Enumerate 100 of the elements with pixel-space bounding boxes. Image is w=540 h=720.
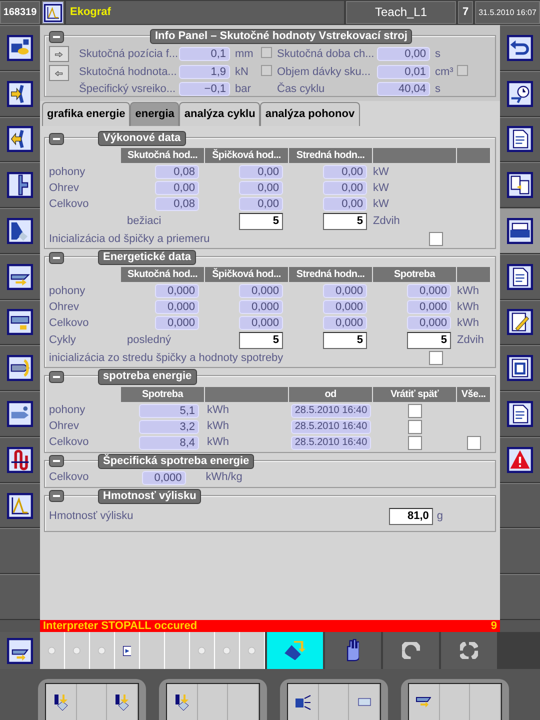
- row-label: Celkovo: [49, 316, 90, 330]
- sidebar-button[interactable]: [500, 300, 540, 346]
- sidebar-button[interactable]: [0, 208, 40, 254]
- sidebar-button[interactable]: [0, 345, 40, 392]
- sidebar-button[interactable]: [0, 162, 40, 208]
- checkbox[interactable]: [429, 232, 443, 246]
- column-header: Stredná hodn...: [289, 148, 373, 164]
- sidebar-button[interactable]: [500, 345, 540, 392]
- arrow-button[interactable]: [49, 46, 69, 62]
- disabled-icon: [248, 646, 256, 654]
- app-title: Ekograf: [70, 6, 111, 20]
- sidebar-button[interactable]: [0, 116, 40, 162]
- screw-icon: [7, 355, 33, 382]
- collapse-button[interactable]: [49, 30, 64, 43]
- date-display: 28.5.2010 16:40: [290, 404, 372, 418]
- unit-label: kW: [373, 166, 389, 178]
- section-title: Hmotnosť výlisku: [98, 488, 202, 504]
- collapse-button[interactable]: [49, 252, 64, 264]
- sidebar-button[interactable]: [0, 300, 40, 346]
- graph-icon: [7, 492, 33, 519]
- mode-button[interactable]: [267, 632, 323, 669]
- row-label: pohony: [49, 404, 86, 418]
- toolbar-button[interactable]: [0, 632, 40, 669]
- checkbox[interactable]: [408, 420, 422, 434]
- collapse-button[interactable]: [49, 490, 64, 502]
- column-header: Vrátiť späť: [373, 386, 457, 402]
- arrow-button[interactable]: [49, 65, 69, 82]
- mold-icon: [7, 218, 33, 244]
- tray-icon: [7, 638, 33, 664]
- input-field[interactable]: 81,0: [388, 508, 433, 525]
- compare-icon: [507, 172, 533, 198]
- mode-button[interactable]: [325, 632, 381, 669]
- reset-label: inicializácia zo stredu špičky a hodnoty spotreby: [49, 352, 284, 365]
- checkbox[interactable]: [467, 436, 481, 450]
- sidebar-button[interactable]: [0, 25, 40, 71]
- sidebar-button[interactable]: [0, 254, 40, 300]
- value-display: 0,000: [155, 316, 199, 330]
- row-label: Ohrev: [49, 300, 80, 314]
- value-display: 0,000: [407, 300, 451, 314]
- mode-button[interactable]: [383, 632, 439, 669]
- value-display: 0,00: [239, 165, 283, 180]
- field-label: Objem dávky sku...: [277, 66, 372, 79]
- input-field[interactable]: 5: [407, 332, 451, 350]
- sidebar-button[interactable]: [500, 162, 540, 208]
- input-field[interactable]: 5: [239, 213, 283, 230]
- user-name: Teach_L1: [346, 1, 456, 24]
- column-header: Skutočná hod...: [121, 148, 205, 164]
- value-display: 0,00: [323, 181, 367, 196]
- sidebar-button[interactable]: [0, 482, 40, 528]
- cycle-icon: [402, 642, 420, 660]
- unit-label: kWh: [457, 300, 479, 313]
- unit-label: Zdvih: [373, 215, 400, 228]
- gate-icon: [294, 694, 311, 710]
- status-message: Interpreter STOPALL occured: [43, 620, 198, 632]
- checkbox[interactable]: [261, 64, 272, 76]
- collapse-button[interactable]: [49, 132, 64, 145]
- date-display: 28.5.2010 16:40: [290, 420, 372, 434]
- checkbox[interactable]: [408, 404, 422, 418]
- value-display: 0,01: [377, 65, 430, 80]
- tab[interactable]: energia: [130, 102, 180, 126]
- input-field[interactable]: 5: [323, 213, 367, 230]
- sidebar-button[interactable]: [500, 436, 540, 483]
- input-field[interactable]: 5: [323, 332, 367, 350]
- sidebar-button[interactable]: [500, 208, 540, 254]
- unit-label: kWh: [207, 420, 229, 432]
- sidebar-button[interactable]: [500, 254, 540, 300]
- sidebar-button[interactable]: [500, 391, 540, 437]
- checkbox[interactable]: [429, 351, 443, 366]
- disabled-icon: [223, 646, 231, 654]
- value-display: 0,000: [239, 316, 283, 330]
- row-label: Ohrev: [49, 182, 80, 195]
- value-display: 0,000: [155, 284, 199, 298]
- message-count: 9: [490, 620, 497, 632]
- value-display: 0,000: [239, 300, 283, 314]
- column-header: Špičková hod...: [205, 148, 289, 164]
- collapse-button[interactable]: [49, 455, 64, 468]
- checkbox[interactable]: [261, 46, 272, 58]
- sidebar-button[interactable]: [0, 70, 40, 117]
- value-display: 0,000: [323, 284, 367, 298]
- access-level: 7: [458, 1, 473, 24]
- tab[interactable]: analýza pohonov: [260, 102, 360, 126]
- sidebar-button[interactable]: [0, 391, 40, 437]
- sidebar-button[interactable]: [0, 436, 40, 483]
- tab[interactable]: analýza cyklu: [179, 102, 260, 126]
- mode-button[interactable]: [441, 632, 497, 669]
- inject-icon: [174, 694, 189, 710]
- tab[interactable]: grafika energie: [42, 102, 130, 126]
- unit-label: kN: [234, 66, 250, 79]
- section-title: spotreba energie: [98, 369, 197, 385]
- sidebar-button[interactable]: [500, 25, 540, 71]
- value-display: 0,1: [179, 47, 230, 62]
- sidebar-button[interactable]: [500, 70, 540, 117]
- collapse-button[interactable]: [49, 370, 64, 383]
- panel-title: Info Panel – Skutočné hodnoty Vstrekovací stroj: [150, 29, 412, 44]
- checkbox[interactable]: [457, 64, 468, 76]
- value-display: 0,000: [407, 284, 451, 298]
- input-field[interactable]: 5: [239, 332, 283, 350]
- sidebar-button[interactable]: [500, 116, 540, 162]
- row-label: Celkovo: [49, 198, 90, 211]
- checkbox[interactable]: [408, 436, 422, 450]
